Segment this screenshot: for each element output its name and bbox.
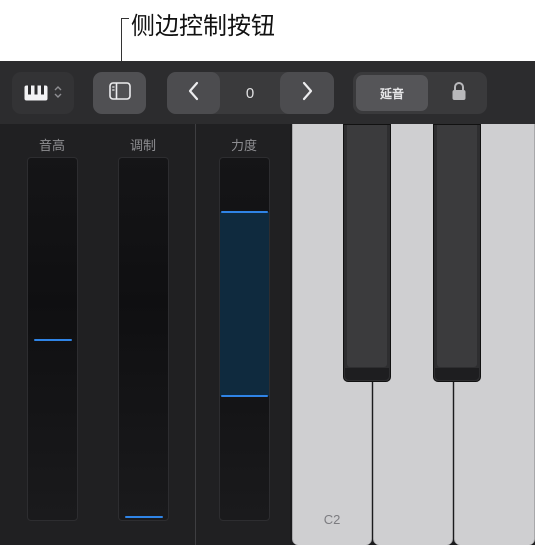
pitch-label: 音高 bbox=[38, 139, 65, 154]
key-label-c2: C2 bbox=[323, 512, 341, 527]
keyboard-picker[interactable] bbox=[12, 72, 74, 114]
piano-keyboard: C2 bbox=[290, 124, 535, 545]
piano-keys-icon bbox=[24, 85, 48, 101]
sidebar-toggle-button[interactable] bbox=[93, 72, 146, 114]
octave-up-button[interactable] bbox=[280, 72, 334, 114]
sustain-label: 延音 bbox=[379, 86, 404, 101]
lock-button[interactable] bbox=[431, 72, 487, 114]
octave-down-button[interactable] bbox=[167, 72, 220, 114]
sustain-lock-group: 延音 bbox=[353, 72, 487, 114]
octave-value: 0 bbox=[245, 84, 255, 102]
velocity-min-handle[interactable] bbox=[221, 395, 268, 397]
modulation-slider-marker[interactable] bbox=[125, 516, 163, 518]
velocity-label: 力度 bbox=[230, 139, 257, 154]
velocity-max-handle[interactable] bbox=[221, 211, 268, 213]
sustain-button[interactable]: 延音 bbox=[356, 75, 428, 111]
sidebar-icon bbox=[108, 82, 131, 104]
chevron-right-icon bbox=[301, 81, 313, 105]
black-key-c-sharp2[interactable] bbox=[343, 124, 391, 382]
black-key-lip bbox=[435, 368, 479, 380]
toolbar: 0 延音 bbox=[0, 61, 535, 124]
pitch-slider-marker[interactable] bbox=[34, 339, 72, 341]
callout-hook-line bbox=[121, 18, 129, 19]
pitch-slider[interactable] bbox=[27, 157, 78, 521]
keyboard-app: 0 延音 音高 调制 力度 C2 bbox=[0, 61, 535, 545]
octave-control: 0 bbox=[167, 72, 334, 114]
black-key-lip bbox=[345, 368, 389, 380]
velocity-slider[interactable] bbox=[219, 157, 270, 521]
black-key-face bbox=[347, 125, 387, 367]
black-key-d-sharp2[interactable] bbox=[433, 124, 481, 382]
velocity-range-fill bbox=[220, 212, 269, 396]
octave-value-display: 0 bbox=[220, 72, 280, 114]
modulation-label: 调制 bbox=[129, 139, 156, 154]
sidebar-toggle-group[interactable] bbox=[93, 72, 146, 114]
lock-icon bbox=[451, 81, 467, 105]
black-key-face bbox=[437, 125, 477, 367]
chevron-updown-icon bbox=[54, 84, 62, 103]
modulation-slider[interactable] bbox=[118, 157, 169, 521]
callout-label: 侧边控制按钮 bbox=[131, 12, 275, 40]
keyboard-picker-button[interactable] bbox=[12, 72, 74, 114]
panel-divider bbox=[195, 124, 196, 545]
chevron-left-icon bbox=[188, 81, 200, 105]
